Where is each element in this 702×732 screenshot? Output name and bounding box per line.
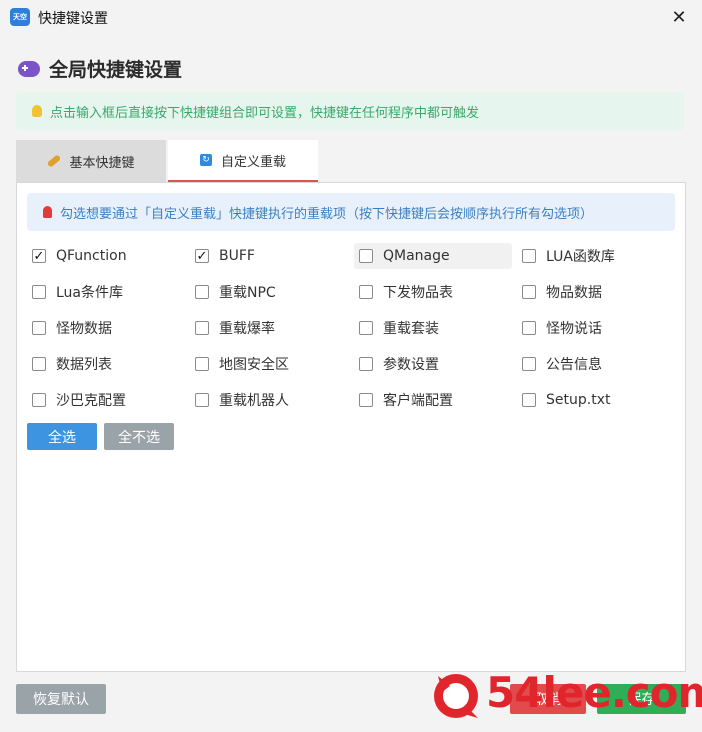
- reload-option-checkbox[interactable]: 怪物数据: [27, 315, 177, 341]
- reload-option-label: QFunction: [56, 248, 127, 264]
- reload-option-checkbox[interactable]: 下发物品表: [354, 279, 512, 305]
- checkbox-empty-icon: [195, 285, 209, 299]
- tab-basic-shortcuts[interactable]: 基本快捷键: [16, 140, 166, 182]
- checkbox-empty-icon: [32, 321, 46, 335]
- tab-custom-reload[interactable]: ↻ 自定义重载: [168, 140, 318, 182]
- page-title: 全局快捷键设置: [18, 55, 182, 82]
- reload-option-checkbox[interactable]: ✓ BUFF: [190, 243, 340, 269]
- reload-option-label: 下发物品表: [383, 285, 453, 301]
- reload-option-checkbox[interactable]: 地图安全区: [190, 351, 340, 377]
- reload-option-label: 数据列表: [56, 357, 112, 373]
- reload-option-checkbox[interactable]: 客户端配置: [354, 387, 512, 413]
- checkbox-empty-icon: [359, 393, 373, 407]
- info-text: 勾选想要通过「自定义重载」快捷键执行的重载项（按下快捷键后会按顺序执行所有勾选项…: [60, 206, 594, 222]
- app-icon: 天空: [10, 8, 30, 26]
- restore-defaults-button[interactable]: 恢复默认: [16, 684, 106, 714]
- reload-option-checkbox[interactable]: Setup.txt: [517, 387, 667, 413]
- checkbox-empty-icon: [522, 393, 536, 407]
- checkbox-empty-icon: [32, 393, 46, 407]
- gamepad-icon: [18, 60, 40, 77]
- reload-option-checkbox[interactable]: 重载套装: [354, 315, 512, 341]
- tab-custom-label: 自定义重载: [220, 154, 286, 170]
- checkbox-empty-icon: [359, 285, 373, 299]
- page-title-text: 全局快捷键设置: [49, 59, 183, 81]
- checkbox-empty-icon: [359, 357, 373, 371]
- reload-option-checkbox[interactable]: 公告信息: [517, 351, 667, 377]
- dragon-logo-icon: [434, 674, 478, 718]
- reload-option-label: 重载NPC: [219, 285, 276, 301]
- title-bar: 天空 快捷键设置 ✕: [0, 0, 702, 34]
- tab-basic-label: 基本快捷键: [69, 155, 135, 171]
- reload-option-checkbox[interactable]: 怪物说话: [517, 315, 667, 341]
- checkbox-empty-icon: [32, 285, 46, 299]
- reload-option-label: 公告信息: [546, 357, 602, 373]
- reload-option-checkbox[interactable]: QManage: [354, 243, 512, 269]
- checkbox-empty-icon: [195, 357, 209, 371]
- reload-option-label: 参数设置: [383, 357, 439, 373]
- window-title: 快捷键设置: [38, 11, 108, 27]
- reload-option-label: 沙巴克配置: [56, 393, 126, 409]
- checkbox-empty-icon: [522, 357, 536, 371]
- reload-option-label: 物品数据: [546, 285, 602, 301]
- reload-option-checkbox[interactable]: Lua条件库: [27, 279, 177, 305]
- reload-option-label: 重载爆率: [219, 321, 275, 337]
- cancel-button[interactable]: 取消: [510, 684, 586, 714]
- checkbox-empty-icon: [195, 393, 209, 407]
- hint-text: 点击输入框后直接按下快捷键组合即可设置，快捷键在任何程序中都可触发: [50, 105, 480, 121]
- pin-icon: [43, 206, 52, 218]
- checkbox-empty-icon: [195, 321, 209, 335]
- reload-option-label: 重载套装: [383, 321, 439, 337]
- close-icon: ✕: [671, 6, 687, 28]
- reload-option-label: Setup.txt: [546, 392, 611, 408]
- reload-option-label: Lua条件库: [56, 285, 124, 301]
- reload-icon: ↻: [199, 154, 212, 166]
- checkmark-icon: ✓: [32, 248, 46, 264]
- reload-option-checkbox[interactable]: 参数设置: [354, 351, 512, 377]
- save-button[interactable]: 保存: [597, 684, 686, 714]
- info-banner: 勾选想要通过「自定义重载」快捷键执行的重载项（按下快捷键后会按顺序执行所有勾选项…: [27, 193, 675, 231]
- reload-option-label: BUFF: [219, 248, 255, 264]
- reload-option-checkbox[interactable]: LUA函数库: [517, 243, 667, 269]
- reload-option-label: 怪物数据: [56, 321, 112, 337]
- reload-option-label: LUA函数库: [546, 249, 615, 265]
- lightbulb-icon: [32, 105, 42, 117]
- select-none-button[interactable]: 全不选: [104, 423, 174, 450]
- checkbox-empty-icon: [522, 285, 536, 299]
- reload-option-checkbox[interactable]: 重载爆率: [190, 315, 340, 341]
- reload-option-checkbox[interactable]: 沙巴克配置: [27, 387, 177, 413]
- reload-option-label: 怪物说话: [546, 321, 602, 337]
- reload-option-checkbox[interactable]: 数据列表: [27, 351, 177, 377]
- checkbox-empty-icon: [359, 321, 373, 335]
- reload-option-checkbox[interactable]: 重载NPC: [190, 279, 340, 305]
- select-all-button[interactable]: 全选: [27, 423, 97, 450]
- reload-option-checkbox[interactable]: 重载机器人: [190, 387, 340, 413]
- reload-option-label: 重载机器人: [219, 393, 289, 409]
- checkmark-icon: ✓: [195, 248, 209, 264]
- checkbox-empty-icon: [522, 249, 536, 263]
- reload-option-label: QManage: [383, 248, 450, 264]
- key-icon: [47, 154, 62, 168]
- reload-option-label: 客户端配置: [383, 393, 453, 409]
- close-button[interactable]: ✕: [656, 0, 702, 34]
- reload-option-checkbox[interactable]: ✓ QFunction: [27, 243, 177, 269]
- checkbox-empty-icon: [32, 357, 46, 371]
- reload-option-checkbox[interactable]: 物品数据: [517, 279, 667, 305]
- reload-option-label: 地图安全区: [219, 357, 289, 373]
- checkbox-empty-icon: [522, 321, 536, 335]
- hint-banner: 点击输入框后直接按下快捷键组合即可设置，快捷键在任何程序中都可触发: [16, 92, 684, 130]
- checkbox-empty-icon: [359, 249, 373, 263]
